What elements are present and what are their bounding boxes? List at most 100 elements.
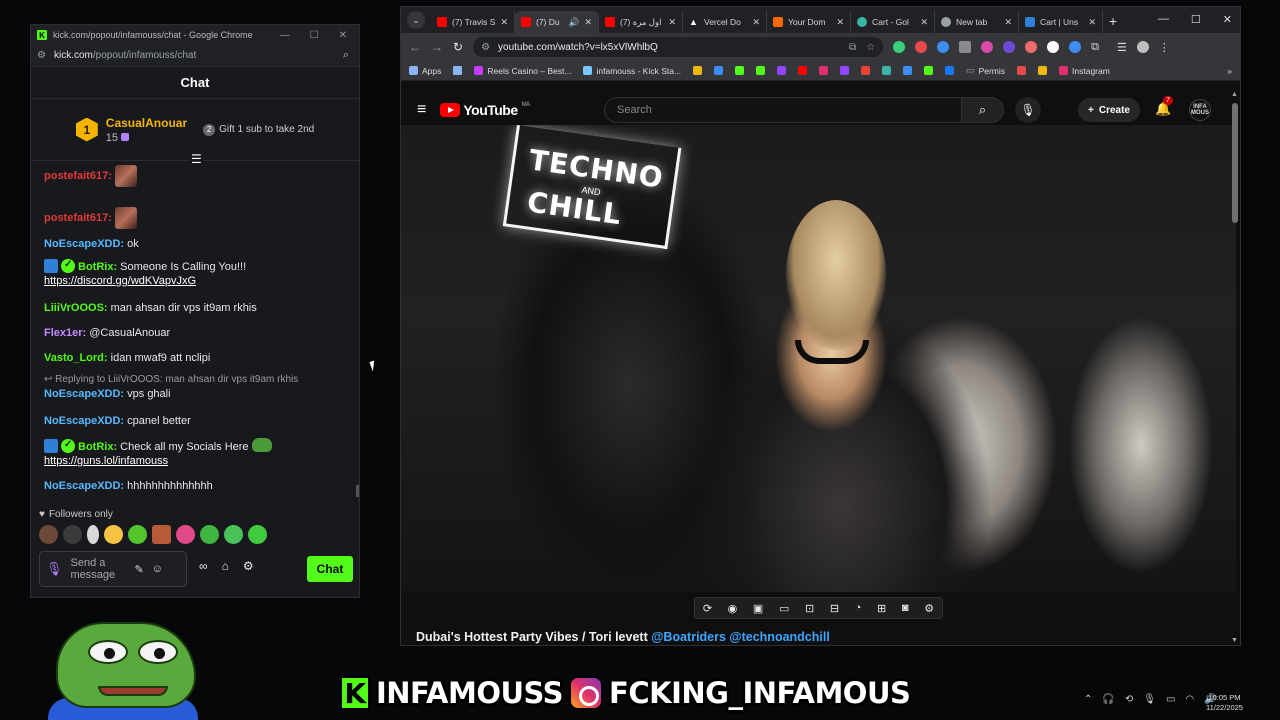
browser-tab[interactable]: ▲ Vercel Do ✕ xyxy=(683,11,767,33)
scrollbar-thumb[interactable] xyxy=(1232,103,1238,223)
youtube-search-input[interactable]: Search xyxy=(604,97,962,123)
chat-scrollbar[interactable] xyxy=(356,485,359,497)
extension-icon[interactable] xyxy=(937,41,950,53)
tab-close-icon[interactable]: ✕ xyxy=(500,17,508,28)
emote-icon[interactable] xyxy=(176,525,195,544)
settings-icon[interactable]: ⚙ xyxy=(243,559,254,573)
bookmark-icon[interactable] xyxy=(1017,66,1027,75)
chat-link[interactable]: https://guns.lol/infamouss xyxy=(44,455,168,467)
page-scrollbar[interactable]: ▲ ▼ xyxy=(1231,91,1238,644)
browser-tab[interactable]: Your Dom ✕ xyxy=(767,11,851,33)
sync-icon[interactable]: ⟲ xyxy=(1125,694,1133,705)
minimize-icon[interactable]: — xyxy=(1158,13,1169,26)
subtitles-icon[interactable]: ⊟ xyxy=(830,602,839,615)
extension-icon[interactable] xyxy=(915,41,928,53)
chat-username[interactable]: NoEscapeXDD: xyxy=(44,415,124,427)
microphone-icon[interactable]: 🎙 xyxy=(1143,694,1156,705)
profile-avatar-icon[interactable] xyxy=(1136,41,1149,53)
gmail-icon[interactable] xyxy=(861,66,871,75)
wifi-icon[interactable]: ◠ xyxy=(1185,694,1194,705)
emote-icon[interactable] xyxy=(128,525,147,544)
extension-icon[interactable] xyxy=(1003,41,1016,53)
tab-close-icon[interactable]: ✕ xyxy=(752,17,760,28)
voice-search-icon[interactable]: 🎙 xyxy=(1015,97,1041,123)
headset-icon[interactable]: 🎧 xyxy=(1102,694,1114,705)
tab-close-icon[interactable]: ✕ xyxy=(1088,17,1096,28)
kick-window-titlebar[interactable]: K kick.com/popout/infamouss/chat - Googl… xyxy=(31,25,359,45)
gift-leaderboard[interactable]: 1 CasualAnouar 15 2 Gift 1 sub to take 2… xyxy=(31,99,359,166)
maximize-icon[interactable]: ☐ xyxy=(1191,13,1201,26)
theater-icon[interactable]: ▭ xyxy=(779,602,789,615)
browser-tab[interactable]: New tab ✕ xyxy=(935,11,1019,33)
twitch-icon[interactable] xyxy=(840,66,850,75)
more-bookmarks-icon[interactable]: » xyxy=(1227,66,1232,76)
chat-send-button[interactable]: Chat xyxy=(307,556,353,582)
bookmark-icon[interactable] xyxy=(924,66,934,75)
chat-username[interactable]: NoEscapeXDD: xyxy=(44,388,124,400)
chat-username[interactable]: LiiiVrOOOS: xyxy=(44,302,108,314)
bookmark-item[interactable]: Reels Casino – Best... xyxy=(474,66,571,76)
instagram-icon[interactable] xyxy=(819,66,829,75)
extension-icon[interactable] xyxy=(1047,41,1060,53)
youtube-icon[interactable] xyxy=(798,66,808,75)
chat-username[interactable]: BotRix: xyxy=(78,441,117,453)
emote-icon[interactable] xyxy=(248,525,267,544)
chat-username[interactable]: postefait617: xyxy=(44,170,112,182)
bookmark-star-icon[interactable]: ☆ xyxy=(866,42,875,53)
bookmark-item[interactable]: infamouss - Kick Sta... xyxy=(583,66,681,76)
account-avatar[interactable]: INFA MOUS xyxy=(1189,99,1211,121)
screenshot-icon[interactable]: ◙ xyxy=(902,602,909,614)
chat-username[interactable]: Flex1er: xyxy=(44,327,86,339)
bookmark-icon[interactable] xyxy=(882,66,892,75)
mic-icon[interactable]: 🎙 xyxy=(46,561,63,577)
scroll-down-icon[interactable]: ▼ xyxy=(1231,637,1238,644)
reload-icon[interactable]: ↻ xyxy=(453,40,463,54)
emote-icon[interactable] xyxy=(224,525,243,544)
bookmark-item[interactable]: Instagram xyxy=(1059,66,1110,76)
chat-message-list[interactable]: postefait617: postefait617: NoEscapeXDD:… xyxy=(31,163,353,518)
search-icon[interactable]: ⌕ xyxy=(962,97,1004,123)
youtube-logo[interactable]: YouTube MA xyxy=(440,102,530,118)
gift-cta[interactable]: 2 Gift 1 sub to take 2nd xyxy=(203,123,314,136)
new-tab-icon[interactable]: + xyxy=(1109,13,1117,29)
pip-icon[interactable]: ⊞ xyxy=(877,602,886,615)
bookmark-item[interactable]: Apps xyxy=(409,66,441,76)
scroll-up-icon[interactable]: ▲ xyxy=(1231,91,1238,98)
minimize-icon[interactable]: — xyxy=(280,30,290,41)
settings-icon[interactable]: ⚙ xyxy=(924,602,934,615)
network-icon[interactable]: ▭ xyxy=(1166,694,1175,705)
bookmark-item[interactable] xyxy=(453,66,463,75)
tray-chevron-icon[interactable]: ⌃ xyxy=(1084,694,1092,705)
address-bar[interactable]: ⚙ youtube.com/watch?v=lx5xVlWhlbQ ⧉ ☆ xyxy=(473,37,884,57)
create-button[interactable]: + Create xyxy=(1078,98,1140,122)
site-info-icon[interactable]: ⚙ xyxy=(37,50,46,61)
chat-link[interactable]: https://discord.gg/wdKVapvJxG xyxy=(44,275,196,287)
emote-icon[interactable] xyxy=(152,525,171,544)
infinity-icon[interactable]: ∞ xyxy=(199,559,208,573)
tab-close-icon[interactable]: ✕ xyxy=(920,17,928,28)
extension-icon[interactable] xyxy=(981,41,994,53)
zoom-icon[interactable]: ⌕ xyxy=(343,49,349,62)
extension-icon[interactable] xyxy=(1025,41,1038,53)
extension-icon[interactable] xyxy=(1069,41,1082,53)
tab-close-icon[interactable]: ✕ xyxy=(836,17,844,28)
browser-tab[interactable]: Cart - Gol ✕ xyxy=(851,11,935,33)
kick-icon[interactable] xyxy=(756,66,766,75)
audio-playing-icon[interactable]: 🔊 xyxy=(569,17,580,28)
back-icon[interactable]: ← xyxy=(409,40,421,54)
emote-icon[interactable] xyxy=(104,525,123,544)
browser-tab-active[interactable]: (7) Du 🔊 ✕ xyxy=(515,11,599,33)
forward-icon[interactable]: → xyxy=(431,40,443,54)
kick-address-bar[interactable]: ⚙ kick.com/popout/infamouss/chat ⌕ xyxy=(31,45,359,67)
loop-icon[interactable]: ⟳ xyxy=(703,602,712,615)
extensions-puzzle-icon[interactable]: ⧉ xyxy=(1091,41,1099,54)
bookmark-item[interactable]: ▭ Permis xyxy=(966,65,1005,76)
text-format-icon[interactable]: ✎ xyxy=(135,563,144,576)
bookmark-icon[interactable] xyxy=(1038,66,1048,75)
bookmark-icon[interactable] xyxy=(903,66,913,75)
quality-icon[interactable]: ▣ xyxy=(753,602,763,615)
bookmark-icon[interactable] xyxy=(945,66,955,75)
browser-tab[interactable]: Cart | Uns ✕ xyxy=(1019,11,1103,33)
tab-close-icon[interactable]: ✕ xyxy=(584,17,592,28)
browser-tab[interactable]: (7) Travis S ✕ xyxy=(431,11,515,33)
